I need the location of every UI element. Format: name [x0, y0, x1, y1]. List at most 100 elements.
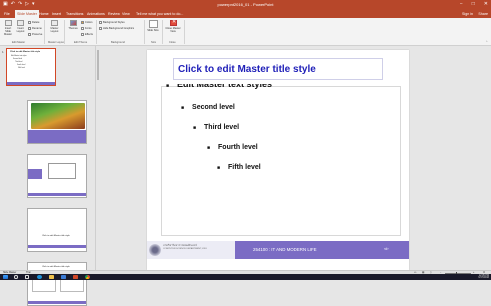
insert-slide-master-icon: [4, 20, 12, 26]
checkbox-icon: [99, 27, 102, 30]
text-level-2: ■ Second level: [181, 104, 235, 111]
text-level-5: ■ Fifth level: [217, 164, 261, 171]
text-level-1: ■ Edit Master text styles: [166, 83, 273, 89]
thumbnail-footer-band: [28, 245, 86, 248]
tab-home[interactable]: Home: [39, 12, 49, 16]
tab-animations[interactable]: Animations: [87, 12, 105, 16]
tab-file[interactable]: File: [4, 12, 10, 16]
group-separator: [144, 20, 145, 44]
system-tray-clock[interactable]: 12:05 PM 6/17/2016: [478, 274, 489, 279]
slide-size-icon: [148, 20, 158, 28]
thumbnail-image: [31, 103, 85, 129]
tell-me-search[interactable]: Tell me what you want to do...: [136, 12, 183, 16]
file-explorer-icon[interactable]: [49, 274, 54, 279]
close-icon: [169, 20, 177, 26]
hide-background-graphics-checkbox[interactable]: Hide Background Graphics: [99, 27, 134, 30]
maximize-button[interactable]: □: [472, 1, 475, 7]
tab-insert[interactable]: Insert: [52, 12, 61, 16]
tab-transitions[interactable]: Transitions: [66, 12, 83, 16]
thumbnail-placeholder: [48, 163, 76, 179]
thumbnail-footer-band: [28, 193, 86, 196]
tab-view[interactable]: View: [122, 12, 130, 16]
share-button[interactable]: Share: [478, 12, 488, 16]
insert-layout-button[interactable]: Insert Layout: [15, 20, 26, 33]
collapse-ribbon-icon[interactable]: ⌃: [485, 40, 488, 44]
footer-course-title[interactable]: 254100 : IT AND MODERN LIFE: [253, 247, 317, 252]
windows-taskbar: 12:05 PM 6/17/2016: [0, 273, 491, 280]
thumbnail-slide-master[interactable]: Click to edit Master title style Edit Ma…: [6, 48, 56, 86]
group-label-close: Close: [169, 41, 176, 44]
ribbon-tab-row: File Slide Master Home Insert Transition…: [0, 10, 491, 18]
rename-button[interactable]: Rename: [28, 27, 42, 30]
bullet-icon: ■: [193, 124, 197, 131]
search-icon[interactable]: [14, 275, 18, 279]
powerpoint-icon[interactable]: [73, 274, 78, 279]
thumbnail-bullet: Fourth level: [17, 65, 26, 66]
start-button-icon[interactable]: [3, 274, 8, 279]
title-placeholder[interactable]: Click to edit Master title style: [173, 58, 383, 80]
thumbnail-number: 1: [2, 50, 4, 54]
group-label-size: Size: [151, 41, 157, 44]
slide-master-canvas[interactable]: Click to edit Master title style ■ Edit M…: [147, 50, 409, 270]
footer-logo-area: ภาควิชาวิทยาการคอมพิวเตอร์ COMPUTER SCIE…: [147, 241, 235, 259]
task-view-icon[interactable]: [25, 275, 29, 279]
master-layout-icon: [51, 20, 58, 26]
group-separator: [184, 20, 185, 44]
bullet-icon: ■: [217, 164, 221, 171]
ribbon: Insert Slide Master Insert Layout Delete…: [0, 18, 491, 46]
group-label-background: Background: [111, 41, 125, 44]
chrome-icon[interactable]: [85, 274, 90, 279]
thumbnail-bullet: Third level: [15, 62, 23, 63]
effects-icon: [81, 33, 84, 36]
group-label-master-layout: Master Layout: [48, 41, 65, 44]
close-master-view-button[interactable]: Close Master View: [165, 20, 181, 33]
thumbnail-title: Click to edit Master title style: [10, 51, 41, 53]
slide-footer-band: ภาควิชาวิทยาการคอมพิวเตอร์ COMPUTER SCIE…: [147, 241, 409, 259]
slide-thumbnail-pane[interactable]: 1 Click to edit Master title style Edit …: [0, 46, 96, 306]
background-styles-icon: [99, 21, 102, 24]
bullet-icon: ■: [207, 144, 211, 151]
fonts-dropdown[interactable]: Fonts: [81, 27, 92, 30]
thumbnail-layout[interactable]: Click to edit Master title style: [27, 262, 87, 306]
group-separator: [44, 20, 45, 44]
themes-button[interactable]: Themes: [67, 20, 79, 30]
title-bar: ▣ ↶ ↷ ▷ ▾ powerpnt2016_01 - PowerPoint −…: [0, 0, 491, 10]
store-icon[interactable]: [61, 274, 66, 279]
edge-browser-icon[interactable]: [37, 274, 42, 279]
tab-slide-master[interactable]: Slide Master: [15, 10, 39, 18]
effects-dropdown[interactable]: Effects: [81, 33, 93, 36]
delete-icon: [28, 21, 31, 24]
thumbnail-title: Click to edit Master title style: [42, 235, 70, 237]
thumbnail-bullet: Edit Master text styles: [11, 56, 27, 57]
group-label-edit-master: Edit Master: [12, 41, 26, 44]
text-level-3: ■ Third level: [193, 124, 240, 131]
close-window-button[interactable]: ✕: [484, 1, 488, 7]
rename-icon: [28, 27, 31, 30]
sign-in-link[interactable]: Sign in: [462, 12, 473, 16]
window-controls: − □ ✕: [460, 1, 488, 7]
slide-number-placeholder[interactable]: ‹#›: [384, 247, 389, 251]
slide-size-button[interactable]: Slide Size: [147, 20, 159, 32]
tab-review[interactable]: Review: [108, 12, 120, 16]
group-label-edit-theme: Edit Theme: [74, 41, 88, 44]
insert-slide-master-button[interactable]: Insert Slide Master: [2, 20, 14, 36]
thumbnail-title-layout[interactable]: [27, 100, 87, 144]
group-separator: [162, 20, 163, 44]
themes-icon: [69, 20, 77, 26]
slide-title-text: Click to edit Master title style: [178, 63, 316, 75]
delete-button[interactable]: Delete: [28, 21, 40, 24]
bullet-icon: ■: [181, 104, 185, 111]
thumbnail-footer-band: [28, 130, 86, 143]
thumbnail-layout[interactable]: [27, 154, 87, 198]
thumbnail-layout[interactable]: Click to edit Master title style: [27, 208, 87, 252]
master-layout-button[interactable]: Master Layout: [48, 20, 61, 33]
fonts-icon: [81, 27, 84, 30]
minimize-button[interactable]: −: [460, 1, 463, 7]
content-placeholder[interactable]: ■ Edit Master text styles ■ Second level ■…: [161, 83, 401, 236]
preserve-button[interactable]: Preserve: [28, 33, 42, 36]
colors-dropdown[interactable]: Colors: [81, 21, 93, 24]
footer-department-english: COMPUTER SCIENCE DEPARTMENT, KKU: [163, 248, 207, 250]
background-styles-dropdown[interactable]: Background Styles: [99, 21, 125, 24]
preserve-icon: [28, 33, 31, 36]
thumbnail-footer-band: [28, 301, 86, 304]
